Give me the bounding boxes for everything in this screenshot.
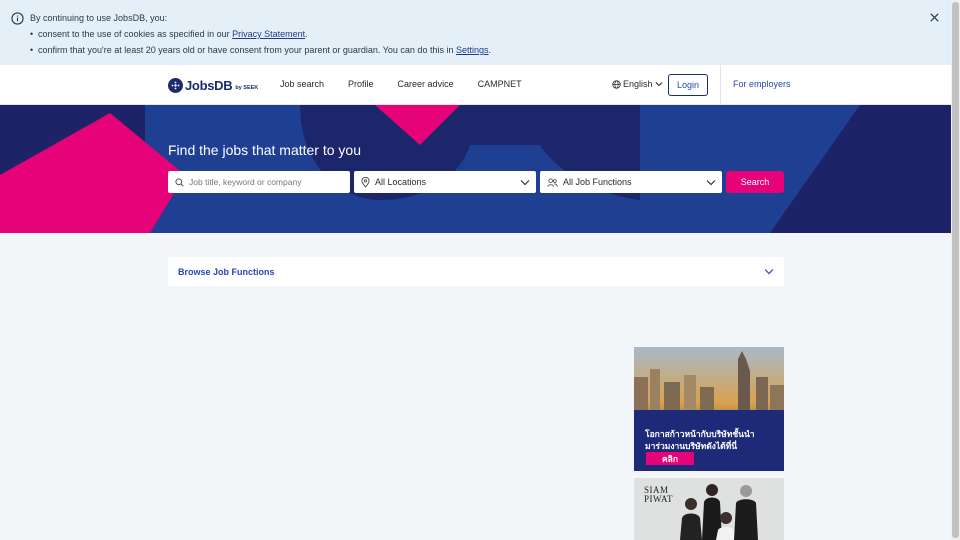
cookie-item-privacy: consent to the use of cookies as specifi… (30, 29, 491, 39)
ad-banner-top-companies[interactable]: โอกาสก้าวหน้ากับบริษัทชั้นนำ มาร่วมงานบร… (634, 347, 784, 471)
keyword-field[interactable] (168, 171, 350, 193)
chevron-down-icon (520, 179, 530, 185)
cookie-intro: By continuing to use JobsDB, you: (30, 13, 168, 23)
job-function-value: All Job Functions (563, 177, 632, 187)
chevron-down-icon (764, 269, 774, 275)
hero-banner: Find the jobs that matter to you All Loc… (0, 105, 951, 233)
location-select[interactable]: All Locations (354, 171, 536, 193)
nav-job-search[interactable]: Job search (280, 79, 324, 89)
header-divider (720, 65, 721, 105)
jobsdb-logo[interactable]: JobsDB by SEEK (168, 77, 258, 93)
nav-profile[interactable]: Profile (348, 79, 374, 89)
cookie-item-age: confirm that you're at least 20 years ol… (30, 45, 491, 55)
main-nav: Job search Profile Career advice CAMPNET (280, 79, 546, 89)
search-button[interactable]: Search (726, 171, 784, 193)
search-icon (175, 177, 184, 187)
ad-people-photo (680, 484, 758, 540)
ad-skyline-buildings (634, 351, 784, 417)
hero-title: Find the jobs that matter to you (168, 142, 361, 158)
job-function-select[interactable]: All Job Functions (540, 171, 722, 193)
browse-job-functions-panel[interactable]: Browse Job Functions (168, 257, 784, 286)
location-value: All Locations (375, 177, 427, 187)
language-label: English (623, 79, 653, 89)
info-icon (11, 12, 24, 25)
site-header: JobsDB by SEEK Job search Profile Career… (0, 65, 951, 105)
ad-click-button[interactable]: คลิก (646, 452, 694, 465)
browse-job-functions-label: Browse Job Functions (178, 266, 275, 277)
location-pin-icon (361, 176, 370, 188)
nav-career-advice[interactable]: Career advice (398, 79, 454, 89)
hero-background-shapes (0, 105, 951, 233)
people-icon (547, 177, 558, 187)
language-selector[interactable]: English (612, 79, 665, 89)
for-employers-link[interactable]: For employers (733, 79, 791, 89)
logo-by-seek: by SEEK (235, 84, 259, 91)
logo-wordmark: JobsDB (185, 77, 233, 93)
cookie-banner: By continuing to use JobsDB, you: consen… (0, 0, 951, 65)
nav-campnet[interactable]: CAMPNET (478, 79, 522, 89)
jobsdb-logo-mark-icon (168, 77, 183, 93)
close-icon[interactable] (929, 12, 940, 23)
login-button[interactable]: Login (668, 74, 708, 96)
chevron-down-icon (655, 82, 662, 87)
privacy-statement-link[interactable]: Privacy Statement (232, 29, 305, 39)
chevron-down-icon (706, 179, 716, 185)
ad-banner-siam-piwat[interactable]: SIAM PIWAT (634, 478, 784, 540)
ad-headline-2: มาร่วมงานบริษัทดังได้ที่นี่ (645, 441, 738, 451)
cookie-list: consent to the use of cookies as specifi… (30, 29, 491, 61)
keyword-input[interactable] (189, 177, 339, 187)
page-scrollbar[interactable] (951, 0, 960, 540)
globe-icon (612, 79, 621, 89)
settings-link[interactable]: Settings (456, 45, 489, 55)
scrollbar-thumb[interactable] (952, 2, 959, 538)
